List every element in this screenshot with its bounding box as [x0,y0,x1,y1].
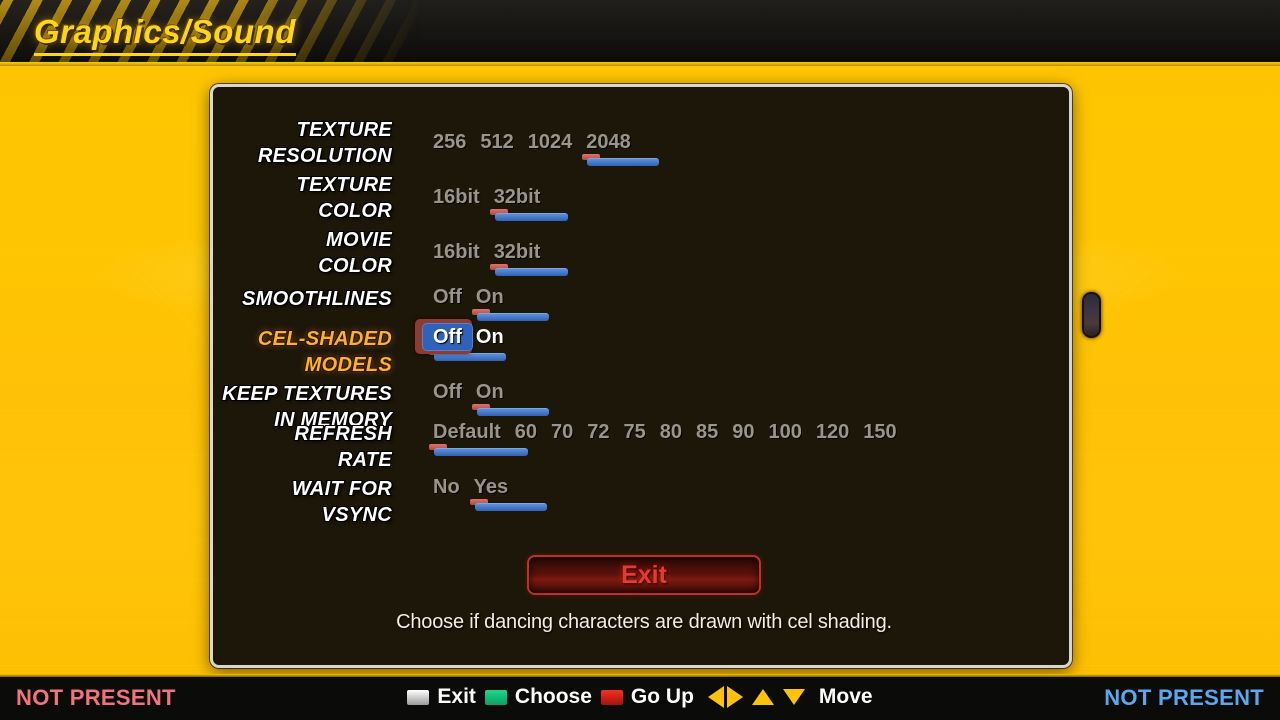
setting-options-7[interactable]: No Yes [433,476,508,499]
arrow-up-icon [751,689,774,705]
option-7-1[interactable]: Yes [474,476,508,499]
arrow-right-icon [726,686,743,708]
option-6-10[interactable]: 150 [863,421,896,444]
option-7-0[interactable]: No [433,476,460,499]
option-0-0[interactable]: 256 [433,131,466,154]
setting-options-6[interactable]: Default 60 70 72 75 80 85 90 100 120 150 [433,421,897,444]
hint-move[interactable]: Move [703,685,873,709]
option-3-1[interactable]: On [476,286,504,309]
option-6-4[interactable]: 75 [624,421,646,444]
option-6-1[interactable]: 60 [515,421,537,444]
setting-label-2: MOVIE COLOR [318,229,392,277]
move-arrows [707,686,805,708]
slider-track-6[interactable] [434,448,528,456]
white-square-button-icon [407,689,430,705]
hint-exit-label: Exit [437,685,476,708]
setting-options-3[interactable]: Off On [433,286,504,309]
settings-panel: TEXTURE RESOLUTION 256 512 1024 2048 TEXTURE … [210,84,1072,668]
hint-choose[interactable]: Choose [484,685,592,709]
option-6-9[interactable]: 120 [816,421,849,444]
exit-button-label: Exit [621,560,667,589]
option-2-0[interactable]: 16bit [433,241,480,264]
option-1-0[interactable]: 16bit [433,186,480,209]
option-6-6[interactable]: 85 [696,421,718,444]
selected-option-label[interactable]: Off [433,326,462,349]
footer-hints: Exit Choose Go Up Move [0,674,1280,720]
option-6-3[interactable]: 72 [587,421,609,444]
slider-track-3[interactable] [477,313,549,321]
slider-track-5[interactable] [477,408,549,416]
setting-options-0[interactable]: 256 512 1024 2048 [433,131,631,154]
setting-label-0: TEXTURE RESOLUTION [257,119,392,167]
option-6-2[interactable]: 70 [551,421,573,444]
slider-track-2[interactable] [495,268,568,276]
option-0-2[interactable]: 1024 [528,131,573,154]
option-6-5[interactable]: 80 [660,421,682,444]
scrollbar-thumb[interactable] [1082,292,1101,338]
setting-options-5[interactable]: Off On [433,381,504,404]
slider-track-4[interactable] [434,353,506,361]
option-3-0[interactable]: Off [433,286,462,309]
option-0-1[interactable]: 512 [480,131,513,154]
help-text: Choose if dancing characters are drawn w… [396,611,892,633]
setting-label-1: TEXTURE COLOR [296,174,392,222]
hint-go-up[interactable]: Go Up [600,685,694,709]
red-square-button-icon [600,689,623,705]
arrow-left-icon [707,686,724,708]
setting-options-2[interactable]: 16bit 32bit [433,241,540,264]
hint-go-up-label: Go Up [630,685,694,708]
page-title: Graphics/Sound [34,13,296,56]
slider-track-7[interactable] [475,503,547,511]
exit-button[interactable]: Exit [527,555,761,595]
setting-label-7: WAIT FOR VSYNC [291,478,392,526]
option-5-0[interactable]: Off [433,381,462,404]
hint-choose-label: Choose [514,685,592,708]
option-1-1[interactable]: 32bit [494,186,541,209]
option-5-1[interactable]: On [476,381,504,404]
option-6-8[interactable]: 100 [769,421,802,444]
setting-label-4: CEL-SHADED MODELS [257,328,392,376]
option-0-3[interactable]: 2048 [586,131,631,154]
hint-exit[interactable]: Exit [407,685,476,709]
slider-track-1[interactable] [495,213,568,221]
option-4-1[interactable]: On [476,326,504,349]
setting-label-3: SMOOTHLINES [242,288,392,310]
option-6-7[interactable]: 90 [732,421,754,444]
option-6-0[interactable]: Default [433,421,501,444]
hint-move-label: Move [818,685,873,708]
setting-label-6: REFRESH RATE [294,423,392,471]
arrow-down-icon [782,689,805,705]
green-square-button-icon [484,689,507,705]
option-2-1[interactable]: 32bit [494,241,541,264]
setting-options-1[interactable]: 16bit 32bit [433,186,540,209]
header-divider [0,62,1280,66]
slider-track-0[interactable] [587,158,659,166]
footer-bar: NOT PRESENT Exit Choose Go Up Move NOT P… [0,674,1280,720]
status-right: NOT PRESENT [1104,685,1264,710]
